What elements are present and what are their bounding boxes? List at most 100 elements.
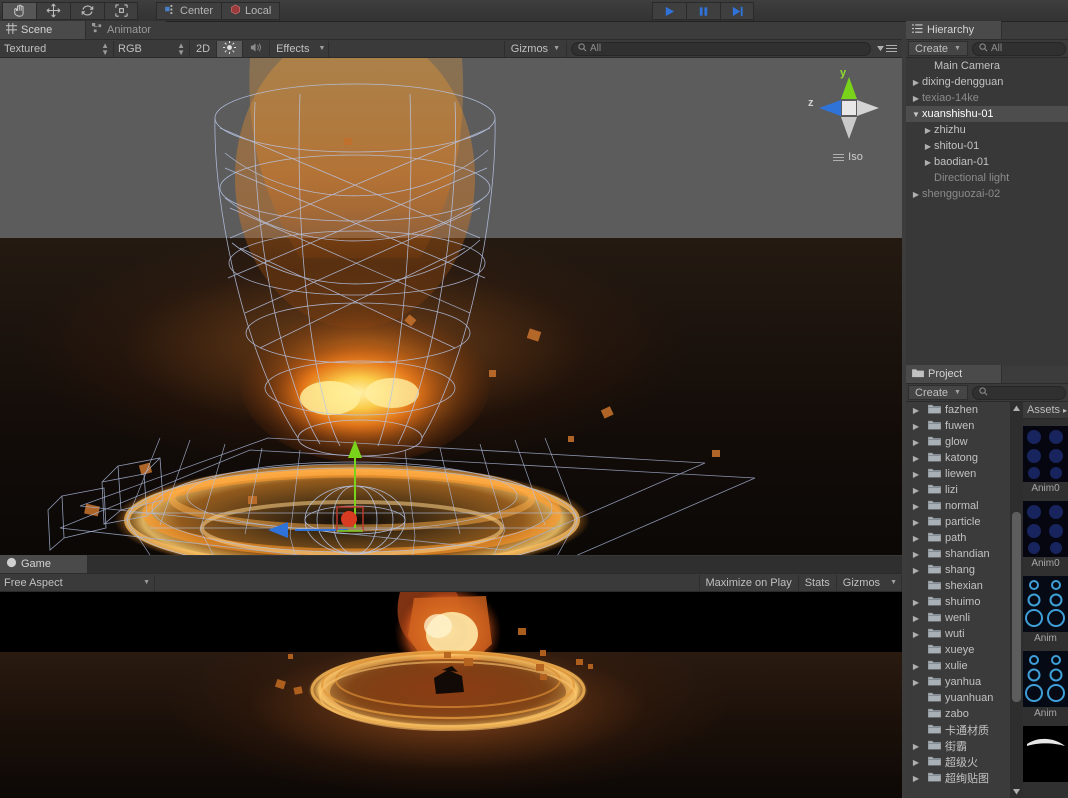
- project-folder-row[interactable]: ▶街霸: [906, 738, 1010, 754]
- move-tool-button[interactable]: [36, 2, 70, 20]
- scene-audio-toggle[interactable]: [243, 41, 270, 57]
- project-folder-row[interactable]: ▶shang: [906, 562, 1010, 578]
- project-folder-row[interactable]: ▶超绚贴图: [906, 770, 1010, 786]
- foldout-closed-icon[interactable]: ▶: [910, 774, 922, 783]
- effects-dropdown[interactable]: Effects: [270, 41, 315, 57]
- scene-panel-menu-button[interactable]: [877, 43, 902, 54]
- project-folder-row[interactable]: ▶glow: [906, 434, 1010, 450]
- tab-hierarchy[interactable]: Hierarchy: [906, 21, 1002, 39]
- foldout-closed-icon[interactable]: ▶: [910, 438, 922, 447]
- foldout-closed-icon[interactable]: ▶: [922, 158, 934, 167]
- hierarchy-item[interactable]: ▶shengguozai-02: [906, 186, 1068, 202]
- project-folder-row[interactable]: ▶shuimo: [906, 594, 1010, 610]
- foldout-closed-icon[interactable]: ▶: [910, 518, 922, 527]
- project-folder-row[interactable]: ▶normal: [906, 498, 1010, 514]
- foldout-closed-icon[interactable]: ▶: [910, 470, 922, 479]
- pivot-mode-button[interactable]: Center: [156, 2, 221, 20]
- foldout-closed-icon[interactable]: ▶: [910, 614, 922, 623]
- project-folder-row[interactable]: yuanhuan: [906, 690, 1010, 706]
- project-folder-row[interactable]: ▶shandian: [906, 546, 1010, 562]
- scroll-down-arrow-icon[interactable]: [1012, 787, 1021, 796]
- tab-animator[interactable]: Animator: [86, 21, 166, 39]
- scene-orientation-gizmo[interactable]: y z Iso: [802, 62, 894, 172]
- foldout-closed-icon[interactable]: ▶: [922, 142, 934, 151]
- play-button[interactable]: [652, 2, 686, 20]
- asset-item[interactable]: Anim0: [1023, 501, 1068, 569]
- foldout-closed-icon[interactable]: ▶: [910, 662, 922, 671]
- foldout-closed-icon[interactable]: ▶: [910, 678, 922, 687]
- rotate-tool-button[interactable]: [70, 2, 104, 20]
- pause-button[interactable]: [686, 2, 720, 20]
- hierarchy-item[interactable]: ▶texiao-14ke: [906, 90, 1068, 106]
- foldout-closed-icon[interactable]: ▶: [910, 742, 922, 751]
- project-folder-row[interactable]: ▶katong: [906, 450, 1010, 466]
- game-viewport[interactable]: [0, 592, 902, 798]
- project-folder-row[interactable]: ▶fuwen: [906, 418, 1010, 434]
- project-folder-row[interactable]: ▶wuti: [906, 626, 1010, 642]
- game-gizmos-dropdown[interactable]: Gizmos: [837, 575, 886, 591]
- project-folder-row[interactable]: ▶lizi: [906, 482, 1010, 498]
- hierarchy-item[interactable]: ▶zhizhu: [906, 122, 1068, 138]
- tab-game[interactable]: Game: [0, 555, 88, 573]
- hierarchy-search-field[interactable]: All: [972, 42, 1066, 56]
- project-folder-row[interactable]: ▶超级火: [906, 754, 1010, 770]
- scene-lighting-toggle[interactable]: [217, 41, 243, 57]
- foldout-closed-icon[interactable]: ▶: [910, 190, 922, 199]
- asset-item[interactable]: [1023, 726, 1068, 783]
- tab-project[interactable]: Project: [906, 365, 1002, 383]
- two-d-toggle[interactable]: 2D: [190, 41, 217, 57]
- project-folder-row[interactable]: ▶wenli: [906, 610, 1010, 626]
- hierarchy-item[interactable]: ▶dixing-dengguan: [906, 74, 1068, 90]
- color-mode-dropdown[interactable]: RGB ▲▼: [114, 41, 190, 57]
- foldout-closed-icon[interactable]: ▶: [910, 502, 922, 511]
- foldout-closed-icon[interactable]: ▶: [910, 454, 922, 463]
- project-folder-row[interactable]: zabo: [906, 706, 1010, 722]
- project-folder-row[interactable]: ▶yanhua: [906, 674, 1010, 690]
- maximize-on-play-toggle[interactable]: Maximize on Play: [699, 575, 799, 591]
- foldout-closed-icon[interactable]: ▶: [910, 550, 922, 559]
- hierarchy-item[interactable]: ▶shitou-01: [906, 138, 1068, 154]
- hierarchy-item[interactable]: Main Camera: [906, 58, 1068, 74]
- project-scroll-thumb[interactable]: [1012, 512, 1021, 702]
- hand-tool-button[interactable]: [2, 2, 36, 20]
- project-create-button[interactable]: Create ▼: [908, 385, 968, 400]
- step-button[interactable]: [720, 2, 754, 20]
- foldout-closed-icon[interactable]: ▶: [910, 406, 922, 415]
- aspect-ratio-dropdown[interactable]: Free Aspect ▼: [0, 575, 155, 591]
- hierarchy-create-button[interactable]: Create ▼: [908, 41, 968, 56]
- asset-item[interactable]: Anim: [1023, 651, 1068, 719]
- foldout-closed-icon[interactable]: ▶: [910, 94, 922, 103]
- scroll-up-arrow-icon[interactable]: [1012, 404, 1021, 413]
- project-assets-pane[interactable]: Assets ▸ Anim0 Anim0 Anim Anim: [1023, 402, 1068, 798]
- project-folder-row[interactable]: ▶liewen: [906, 466, 1010, 482]
- project-folder-row[interactable]: ▶path: [906, 530, 1010, 546]
- asset-item[interactable]: Anim0: [1023, 426, 1068, 494]
- foldout-closed-icon[interactable]: ▶: [910, 598, 922, 607]
- project-folder-row[interactable]: 卡通材质: [906, 722, 1010, 738]
- project-tree-scrollbar[interactable]: [1010, 402, 1023, 798]
- project-folder-row[interactable]: ▶xulie: [906, 658, 1010, 674]
- asset-item[interactable]: Anim: [1023, 576, 1068, 644]
- space-mode-button[interactable]: Local: [221, 2, 280, 20]
- foldout-closed-icon[interactable]: ▶: [910, 758, 922, 767]
- foldout-closed-icon[interactable]: ▶: [910, 630, 922, 639]
- foldout-closed-icon[interactable]: ▶: [910, 78, 922, 87]
- game-gizmos-chevron[interactable]: ▼: [886, 575, 902, 591]
- scale-tool-button[interactable]: [104, 2, 138, 20]
- project-folder-row[interactable]: ▶particle: [906, 514, 1010, 530]
- project-folder-row[interactable]: xueye: [906, 642, 1010, 658]
- hierarchy-item[interactable]: Directional light: [906, 170, 1068, 186]
- gizmo-projection-toggle[interactable]: Iso: [833, 151, 863, 163]
- scene-gizmos-dropdown[interactable]: Gizmos ▼: [504, 41, 567, 57]
- foldout-open-icon[interactable]: ▼: [910, 110, 922, 119]
- hierarchy-item[interactable]: ▼xuanshishu-01: [906, 106, 1068, 122]
- draw-mode-dropdown[interactable]: Textured ▲▼: [0, 41, 114, 57]
- assets-breadcrumb[interactable]: Assets ▸: [1023, 402, 1068, 419]
- scene-search-field[interactable]: All: [571, 42, 871, 56]
- project-folder-tree[interactable]: ▶fazhen▶fuwen▶glow▶katong▶liewen▶lizi▶no…: [906, 402, 1010, 798]
- project-folder-row[interactable]: ▶fazhen: [906, 402, 1010, 418]
- foldout-closed-icon[interactable]: ▶: [910, 486, 922, 495]
- scene-viewport[interactable]: y z Iso: [0, 58, 902, 555]
- foldout-closed-icon[interactable]: ▶: [910, 566, 922, 575]
- project-search-field[interactable]: [972, 386, 1066, 400]
